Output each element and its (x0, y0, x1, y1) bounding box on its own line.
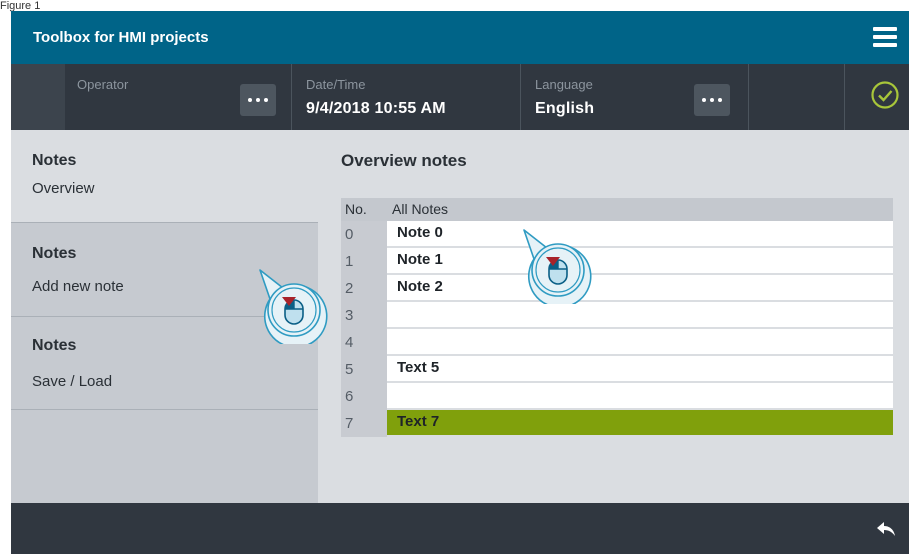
row-number: 1 (341, 248, 387, 275)
sidebar-item-label: Add new note (32, 278, 124, 295)
app-title: Toolbox for HMI projects (33, 29, 209, 46)
sidebar-item-heading: Notes (32, 245, 77, 262)
table-row[interactable]: 5 Text 5 (341, 356, 893, 383)
language-field: Language English (521, 64, 748, 130)
operator-label: Operator (77, 77, 129, 92)
row-note-text (387, 302, 893, 327)
language-label: Language (535, 77, 593, 92)
column-header-notes: All Notes (392, 201, 449, 217)
row-note-text (387, 329, 893, 354)
divider (844, 64, 845, 130)
datetime-value: 9/4/2018 10:55 AM (306, 100, 446, 117)
back-arrow-icon[interactable] (875, 520, 897, 538)
table-row[interactable]: 2 Note 2 (341, 275, 893, 302)
row-note-text: Note 2 (387, 275, 893, 300)
status-ok-check-icon[interactable] (870, 80, 900, 110)
row-number: 6 (341, 383, 387, 410)
table-row[interactable]: 1 Note 1 (341, 248, 893, 275)
sidebar-item-overview[interactable]: Notes Overview (11, 130, 318, 223)
table-header: No. All Notes (341, 198, 893, 221)
operator-field: Operator (65, 64, 291, 130)
language-value: English (535, 100, 595, 117)
datetime-label: Date/Time (306, 77, 366, 92)
row-number: 7 (341, 410, 387, 437)
row-note-text: Text 5 (387, 356, 893, 381)
divider (748, 64, 749, 130)
datetime-field: Date/Time 9/4/2018 10:55 AM (292, 64, 520, 130)
notes-table: No. All Notes 0 Note 0 1 Note 1 2 Note 2 3 … (341, 198, 893, 437)
row-number: 2 (341, 275, 387, 302)
operator-more-button[interactable] (240, 84, 276, 116)
status-bar-block (11, 64, 65, 130)
row-number: 5 (341, 356, 387, 383)
table-row[interactable]: 6 (341, 383, 893, 410)
table-row[interactable]: 4 (341, 329, 893, 356)
bottom-bar (11, 503, 909, 554)
hamburger-menu-icon[interactable] (871, 24, 899, 50)
main-content: Overview notes No. All Notes 0 Note 0 1 No… (318, 130, 909, 503)
mouse-click-hint-icon (259, 269, 328, 344)
language-more-button[interactable] (694, 84, 730, 116)
table-row-selected[interactable]: 7 Text 7 (341, 410, 893, 437)
row-note-text: Note 1 (387, 248, 893, 273)
sidebar-item-label: Save / Load (32, 373, 113, 390)
page-title: Overview notes (341, 151, 467, 170)
sidebar-item-heading: Notes (32, 152, 77, 169)
row-note-text: Note 0 (387, 221, 893, 246)
status-bar: Operator Date/Time 9/4/2018 10:55 AM Lan… (11, 64, 909, 130)
sidebar-item-heading: Notes (32, 337, 77, 354)
row-note-text: Text 7 (387, 410, 893, 435)
mouse-click-hint-icon (523, 229, 592, 304)
sidebar-item-label: Overview (32, 180, 95, 197)
row-number: 4 (341, 329, 387, 356)
column-header-no: No. (345, 201, 367, 217)
table-row[interactable]: 0 Note 0 (341, 221, 893, 248)
title-bar: Toolbox for HMI projects (11, 11, 909, 64)
row-number: 0 (341, 221, 387, 248)
row-number: 3 (341, 302, 387, 329)
row-note-text (387, 383, 893, 408)
table-row[interactable]: 3 (341, 302, 893, 329)
